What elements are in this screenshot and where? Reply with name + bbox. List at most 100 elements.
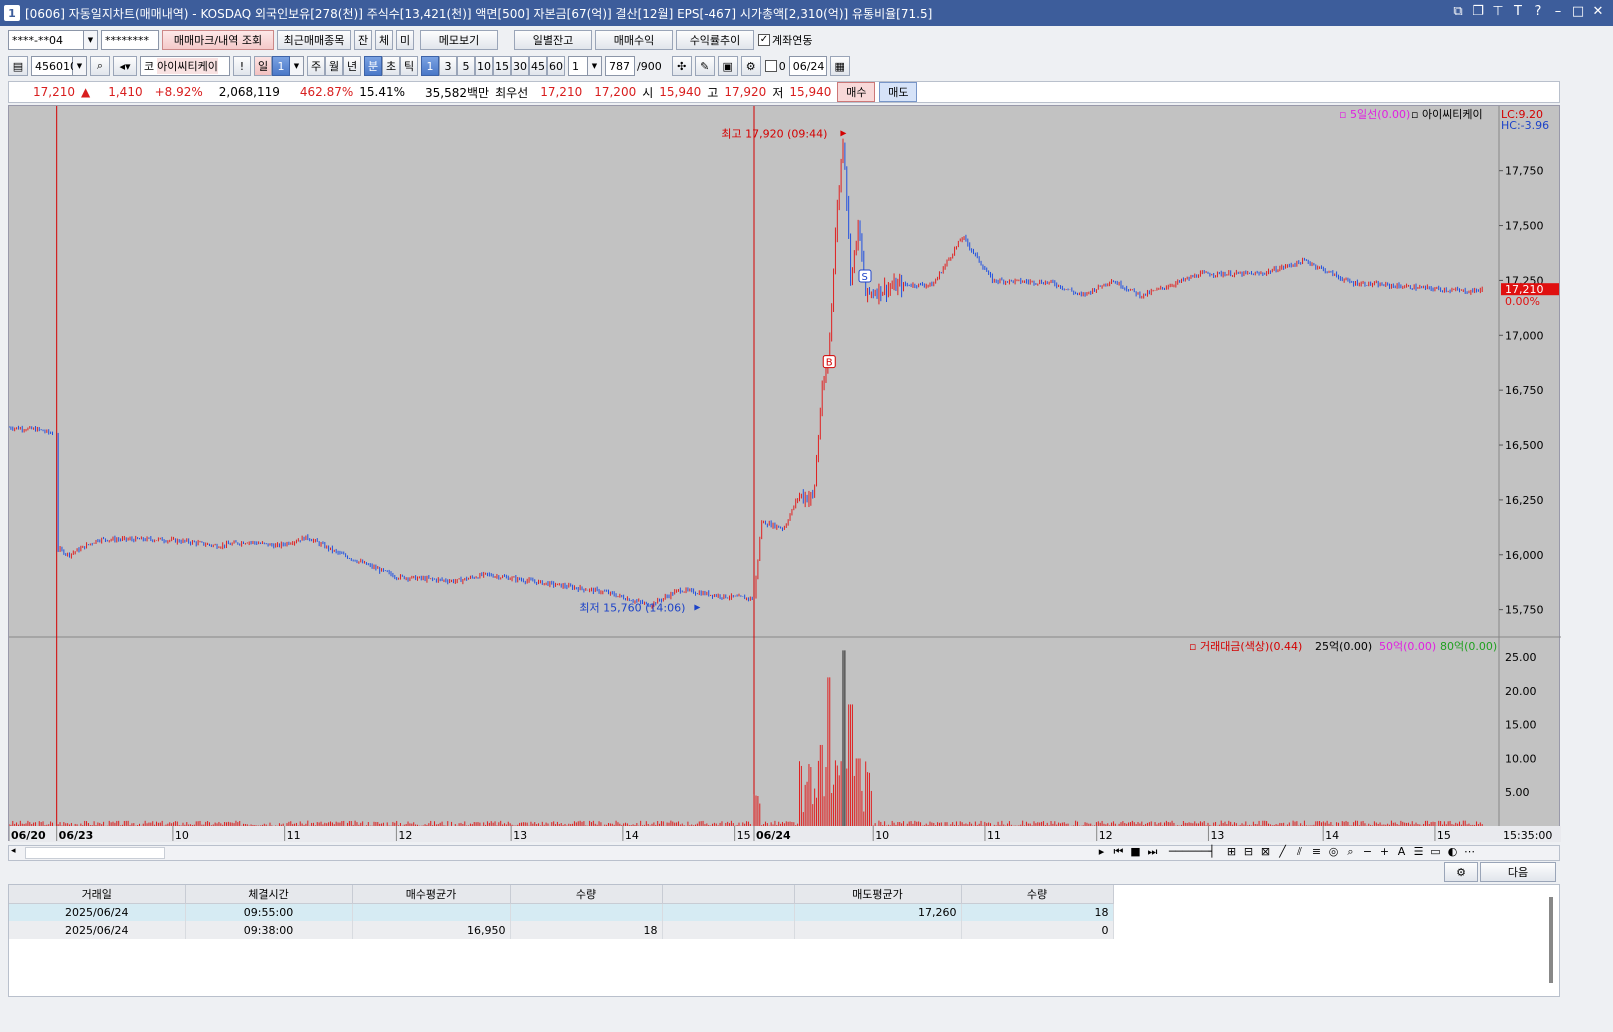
mi-button[interactable]: 미	[396, 30, 414, 50]
count-input[interactable]: 787	[605, 56, 635, 76]
daily-balance-button[interactable]: 일별잔고	[514, 30, 592, 50]
channel-icon[interactable]: ⫽	[1292, 845, 1307, 859]
volume-legend[interactable]: ▫ 거래대금(색상)(0.44)	[1189, 640, 1302, 653]
minute-option-45[interactable]: 45	[529, 56, 547, 76]
che-button[interactable]: 체	[375, 30, 393, 50]
sell-button[interactable]: 매도	[879, 82, 918, 102]
table-row[interactable]: 2025/06/24 09:55:00 17,260 18	[9, 903, 1114, 921]
sound-icon[interactable]: ◂▾	[113, 56, 137, 76]
period-day-button[interactable]: 일	[254, 56, 272, 76]
ma-legend[interactable]: ▫ 5일선(0.00)	[1339, 107, 1410, 121]
alert-button[interactable]: !	[233, 56, 251, 76]
layout-icon-3[interactable]: ⊠	[1258, 845, 1273, 859]
crosshair-icon[interactable]: ✣	[671, 56, 692, 76]
memo-button[interactable]: 메모보기	[420, 30, 498, 50]
period-year-button[interactable]: 년	[343, 56, 361, 76]
window-tile-icon[interactable]: ❐	[1471, 4, 1485, 19]
trade-profit-button[interactable]: 매매수익	[595, 30, 673, 50]
magnifier-icon[interactable]: ⌕	[1343, 845, 1358, 859]
fib-icon[interactable]: ≡	[1309, 845, 1324, 859]
forward-icon[interactable]: ⏭	[1145, 845, 1160, 859]
minute-option-60[interactable]: 60	[547, 56, 565, 76]
account-dropdown-icon[interactable]: ▼	[84, 30, 98, 50]
buy-button[interactable]: 매수	[837, 82, 876, 102]
shape-icon[interactable]: ▭	[1428, 845, 1443, 859]
settings-gear-icon[interactable]: ⚙	[740, 56, 761, 76]
col-exec-time[interactable]: 체결시간	[185, 885, 353, 904]
next-button[interactable]: 다음	[1480, 862, 1556, 882]
col-trade-date[interactable]: 거래일	[9, 885, 186, 904]
minute-option-3[interactable]: 3	[439, 56, 457, 76]
custom-n-dropdown-icon[interactable]: ▼	[588, 56, 602, 76]
minute-option-30[interactable]: 30	[511, 56, 529, 76]
layout-icon-2[interactable]: ⊟	[1241, 845, 1256, 859]
minimize-icon[interactable]: –	[1551, 4, 1565, 19]
volume-legend-50[interactable]: 50억(0.00)	[1379, 640, 1436, 653]
table-row[interactable]: 2025/06/24 09:38:00 16,950 18 0	[9, 921, 1114, 939]
chart-area[interactable]: 15,750 16,000 16,250 16,500 16,750 17,000 17,2…	[8, 105, 1561, 842]
account-link-checkbox[interactable]: ✓	[758, 34, 770, 46]
save-icon[interactable]: ▣	[717, 56, 738, 76]
volume-legend-25[interactable]: 25억(0.00)	[1315, 640, 1372, 653]
minute-option-5[interactable]: 5	[457, 56, 475, 76]
yield-trend-button[interactable]: 수익률추이	[676, 30, 754, 50]
search-icon[interactable]: ⌕	[90, 56, 110, 76]
period-dropdown-icon[interactable]: ▼	[290, 56, 304, 76]
minute-option-15[interactable]: 15	[493, 56, 511, 76]
help-icon[interactable]: ?	[1531, 4, 1545, 19]
color-icon[interactable]: ◐	[1445, 845, 1460, 859]
window-link-icon[interactable]: ⧉	[1451, 4, 1465, 19]
zoom-slider[interactable]: ──────┤	[1162, 845, 1222, 859]
table-scrollbar[interactable]	[1549, 897, 1553, 983]
draw-tool-icon[interactable]: ✎	[694, 56, 715, 76]
col-sell-qty[interactable]: 수량	[961, 885, 1114, 904]
period-second-button[interactable]: 초	[382, 56, 400, 76]
volume-legend-80[interactable]: 80억(0.00)	[1440, 640, 1497, 653]
text-icon[interactable]: A	[1394, 845, 1409, 859]
recent-trades-button[interactable]: 최근매매종목	[277, 30, 351, 50]
layout-icon-1[interactable]: ⊞	[1224, 845, 1239, 859]
line-style-icon[interactable]: ☰	[1411, 845, 1426, 859]
col-buy-qty[interactable]: 수량	[510, 885, 663, 904]
font-icon[interactable]: T	[1511, 4, 1525, 19]
scroll-thumb[interactable]	[25, 847, 165, 859]
minute-option-1[interactable]: 1	[421, 56, 439, 76]
trade-mark-button[interactable]: 매매마크/내역 조회	[162, 30, 274, 50]
trendline-icon[interactable]: ╱	[1275, 845, 1290, 859]
minus-icon[interactable]: −	[1360, 845, 1375, 859]
jan-button[interactable]: 잔	[354, 30, 372, 50]
period-minute-button[interactable]: 분	[364, 56, 382, 76]
stock-name[interactable]: 아이씨티케이	[157, 58, 218, 74]
pin-icon[interactable]: ⊤	[1491, 4, 1505, 19]
cycle-icon[interactable]: ◎	[1326, 845, 1341, 859]
more-tools-icon[interactable]: ⋯	[1462, 845, 1477, 859]
period-week-button[interactable]: 주	[307, 56, 325, 76]
date-checkbox[interactable]	[764, 60, 777, 72]
grid-settings-gear-icon[interactable]: ⚙	[1444, 862, 1478, 882]
stop-icon[interactable]: ■	[1128, 845, 1143, 859]
scroll-left-icon[interactable]: ◂	[11, 846, 16, 856]
custom-n-input[interactable]: 1	[568, 56, 588, 76]
account-link-toggle[interactable]: ✓ 계좌연동	[758, 32, 812, 48]
period-n-button[interactable]: 1	[272, 56, 290, 76]
scroll-right-icon[interactable]: ▸	[1094, 845, 1109, 859]
period-month-button[interactable]: 월	[325, 56, 343, 76]
col-sell-avg[interactable]: 매도평균가	[794, 885, 962, 904]
close-icon[interactable]: ✕	[1591, 4, 1605, 19]
rewind-icon[interactable]: ⏮	[1111, 845, 1126, 859]
date-input[interactable]: 06/24	[788, 56, 827, 76]
plus-icon[interactable]: +	[1377, 845, 1392, 859]
account-input[interactable]: ****-**04	[8, 30, 84, 50]
maximize-icon[interactable]: □	[1571, 4, 1585, 19]
calendar-icon[interactable]: ▦	[829, 56, 850, 76]
col-buy-avg[interactable]: 매수평균가	[352, 885, 511, 904]
stock-list-icon[interactable]: ▤	[8, 56, 28, 76]
password-input[interactable]: ********	[101, 30, 159, 50]
stock-legend[interactable]: ▫ 아이씨티케이	[1411, 108, 1483, 121]
period-tick-button[interactable]: 틱	[400, 56, 418, 76]
chart-scrollbar[interactable]: ◂ ▸ ⏮ ■ ⏭ ──────┤ ⊞ ⊟ ⊠ ╱ ⫽ ≡ ◎ ⌕ − + A …	[8, 845, 1560, 861]
minute-option-10[interactable]: 10	[475, 56, 493, 76]
stock-code-dropdown-icon[interactable]: ▼	[73, 56, 87, 76]
stock-code-input[interactable]: 456010	[31, 56, 77, 76]
price-volume-chart[interactable]: 15,75016,00016,25016,50016,75017,00017,2…	[9, 106, 1561, 842]
